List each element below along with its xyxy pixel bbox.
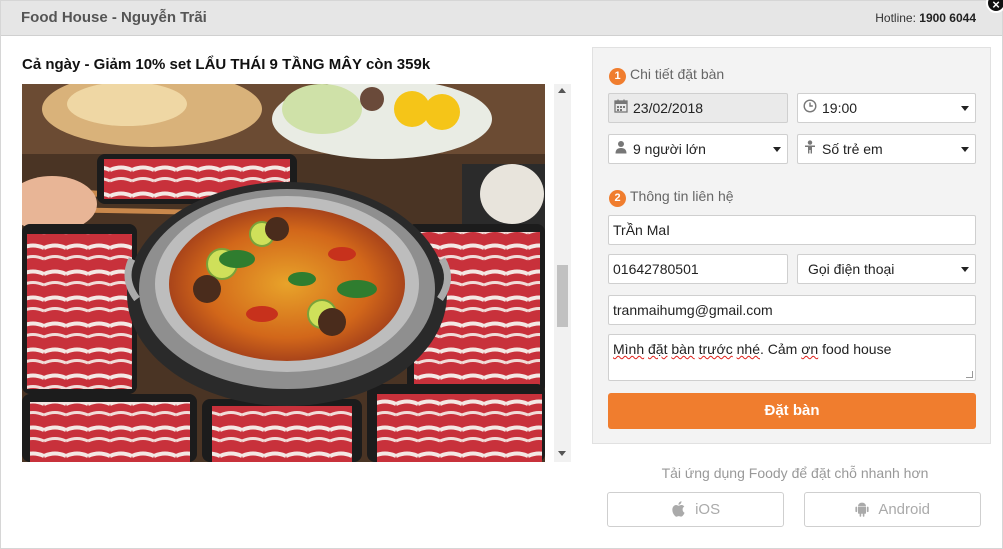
resize-grip-icon[interactable]	[966, 371, 973, 378]
date-value: 23/02/2018	[633, 100, 704, 116]
hotline-label: Hotline:	[875, 11, 916, 25]
note-word: bàn	[671, 341, 695, 357]
image-scrollbar[interactable]	[554, 84, 571, 462]
modal-header: Food House - Nguyễn Trãi Hotline: 1900 6…	[1, 1, 1002, 36]
promo-photo	[22, 84, 545, 462]
android-app-button[interactable]: Android	[804, 492, 981, 527]
note-word: Mình	[613, 341, 645, 357]
children-value: Số trẻ em	[822, 141, 883, 157]
book-table-button[interactable]: Đặt bàn	[608, 393, 976, 429]
email-value: tranmaihumg@gmail.com	[613, 302, 773, 318]
note-word: ơn	[801, 341, 819, 357]
note-word: nhé	[736, 341, 760, 357]
scroll-up-arrow-icon[interactable]	[558, 88, 566, 93]
name-input[interactable]: TrẦn MaI	[608, 215, 976, 245]
booking-form: 1 Chi tiết đặt bàn 23/02/2018 19:00 9 ngư…	[592, 47, 991, 444]
restaurant-title: Food House - Nguyễn Trãi	[21, 9, 207, 26]
note-word: trước	[698, 341, 733, 357]
chevron-down-icon	[773, 147, 781, 152]
contact-method-select[interactable]: Gọi điện thoại	[797, 254, 976, 284]
app-download-caption: Tải ứng dụng Foody để đặt chỗ nhanh hơn	[661, 465, 929, 481]
hotpot-photo-illustration	[22, 84, 545, 462]
email-input[interactable]: tranmaihumg@gmail.com	[608, 295, 976, 325]
step-contact-heading: 2 Thông tin liên hệ	[609, 188, 734, 207]
clock-icon	[802, 94, 818, 122]
phone-input[interactable]: 01642780501	[608, 254, 788, 284]
contact-method-value: Gọi điện thoại	[808, 261, 895, 277]
hotline: Hotline: 1900 6044	[875, 11, 976, 25]
phone-value: 01642780501	[613, 261, 699, 277]
adults-value: 9 người lớn	[633, 141, 706, 157]
children-select[interactable]: Số trẻ em	[797, 134, 976, 164]
scroll-thumb[interactable]	[557, 265, 568, 327]
chevron-down-icon	[961, 267, 969, 272]
hotline-number[interactable]: 1900 6044	[919, 11, 976, 25]
person-icon	[613, 135, 629, 163]
promo-title: Cả ngày - Giảm 10% set LẨU THÁI 9 TẦNG M…	[22, 56, 431, 73]
note-text: . Cảm	[759, 341, 802, 357]
adults-select[interactable]: 9 người lớn	[608, 134, 788, 164]
step-number-badge: 2	[609, 190, 626, 207]
step-number-badge: 1	[609, 68, 626, 85]
child-icon	[802, 135, 818, 163]
chevron-down-icon	[961, 106, 969, 111]
step-contact-label: Thông tin liên hệ	[630, 188, 734, 204]
android-icon	[855, 501, 878, 518]
scroll-down-arrow-icon[interactable]	[558, 451, 566, 456]
note-word: đặt	[648, 341, 668, 357]
date-field[interactable]: 23/02/2018	[608, 93, 788, 123]
step-details-heading: 1 Chi tiết đặt bàn	[609, 66, 724, 85]
apple-icon	[671, 501, 695, 518]
android-label: Android	[878, 501, 931, 518]
note-text: food house	[818, 341, 892, 357]
step-details-label: Chi tiết đặt bàn	[630, 66, 725, 82]
ios-app-button[interactable]: iOS	[607, 492, 784, 527]
note-textarea[interactable]: Mình đặt bàn trước nhé. Cảm ơn food hous…	[608, 334, 976, 381]
ios-label: iOS	[695, 501, 721, 518]
name-value: TrẦn MaI	[613, 222, 671, 238]
time-value: 19:00	[822, 100, 858, 116]
chevron-down-icon	[961, 147, 969, 152]
calendar-icon	[613, 94, 629, 122]
time-select[interactable]: 19:00	[797, 93, 976, 123]
booking-modal: Food House - Nguyễn Trãi Hotline: 1900 6…	[0, 0, 1003, 549]
